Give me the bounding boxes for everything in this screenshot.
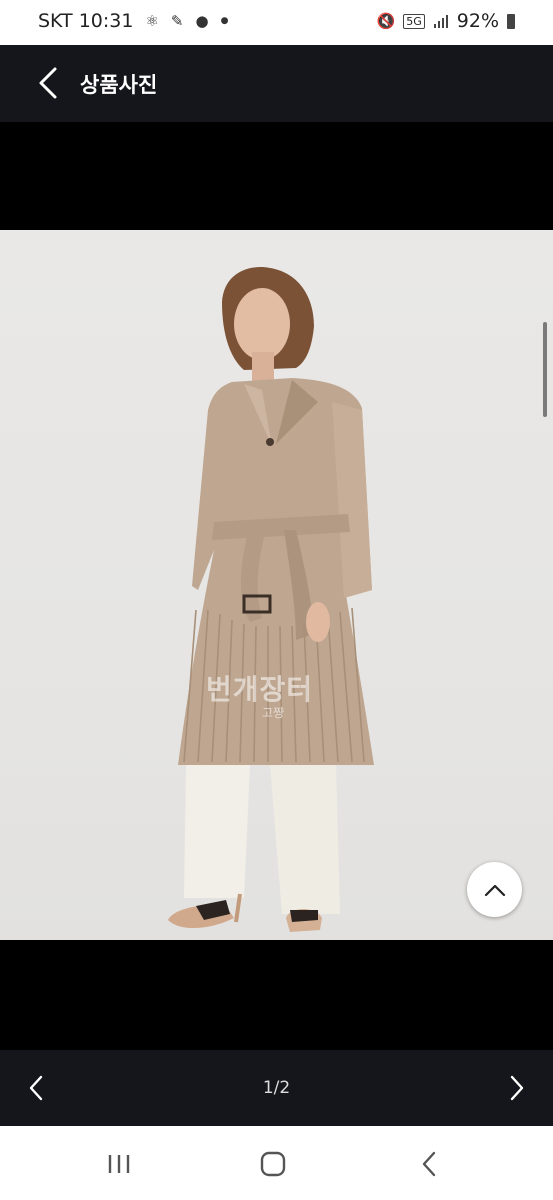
pen-icon: ✎ [170,12,184,30]
message-icon: ● [195,12,209,30]
product-photo-illustration [168,267,374,932]
image-pager: 1/2 [0,1050,553,1126]
battery-icon [507,13,515,29]
scroll-indicator[interactable] [543,322,547,417]
status-bar: SKT 10:31 ⚛ ✎ ● ● 🔇 5G 92% [0,0,553,45]
product-photo[interactable]: 번개장터 고쨩 [0,230,553,940]
system-back-button[interactable] [409,1146,449,1182]
image-viewer[interactable]: 번개장터 고쨩 [0,122,553,1050]
chevron-left-icon [39,67,57,99]
mute-icon: 🔇 [376,12,396,30]
home-icon [260,1151,286,1177]
back-arrow-icon [422,1151,436,1177]
page-title: 상품사진 [80,73,158,97]
notification-icon: ⚛ [145,12,159,30]
chevron-up-icon [484,884,505,896]
header-bar: 상품사진 [0,45,553,122]
battery-level: 92% [456,10,499,32]
back-button[interactable] [28,61,68,105]
chevron-right-icon [510,1075,524,1101]
home-button[interactable] [253,1146,293,1182]
watermark: 번개장터 [206,673,314,706]
carrier-time: SKT 10:31 [38,10,134,32]
watermark-sub: 고쨩 [262,706,285,720]
scroll-to-top-button[interactable] [467,862,522,917]
system-nav-bar [0,1126,553,1200]
image-counter: 1/2 [262,1078,291,1098]
recent-apps-button[interactable] [99,1146,139,1182]
network-label: 5G [403,13,425,29]
recent-apps-icon [108,1155,130,1173]
next-image-button[interactable] [499,1070,535,1106]
more-dot-icon: ● [220,16,229,26]
signal-icon [433,15,448,28]
